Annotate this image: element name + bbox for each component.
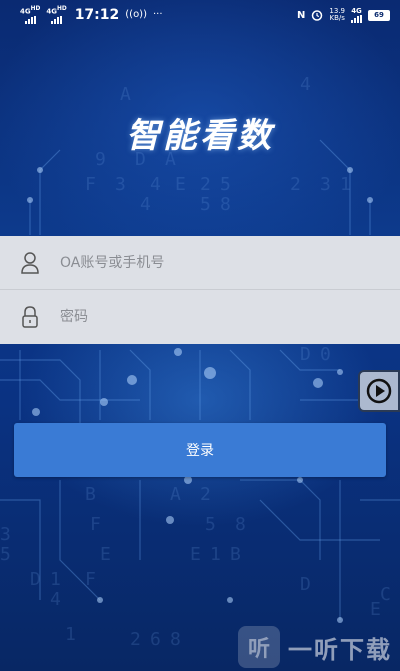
svg-text:2: 2 — [130, 629, 141, 650]
app-title: 智能看数 — [126, 116, 274, 156]
watermark: 听 一听下载 — [238, 626, 392, 668]
svg-text:8: 8 — [220, 194, 231, 215]
signal-4g-icon: 4GHD — [20, 6, 41, 24]
svg-text:5: 5 — [220, 174, 231, 195]
play-icon — [366, 378, 392, 404]
svg-text:5: 5 — [0, 544, 11, 565]
signal-4g-icon-2: 4GHD — [46, 6, 67, 24]
svg-text:2: 2 — [200, 174, 211, 195]
svg-text:1: 1 — [340, 174, 351, 195]
nfc-icon: N — [297, 9, 306, 21]
login-button[interactable]: 登录 — [14, 423, 386, 477]
hotspot-icon: ((o)) — [125, 9, 147, 21]
login-form — [0, 236, 400, 344]
svg-text:D: D — [300, 344, 311, 365]
login-screen: A4 9DA F34E25 458 231 BA2 F58 EE1B D1FDC… — [0, 0, 400, 671]
network-sub-1: HD — [30, 6, 41, 13]
status-left: 4GHD 4GHD 17:12 ((o)) ··· — [20, 6, 163, 24]
username-input[interactable] — [60, 242, 380, 283]
watermark-text: 一听下载 — [288, 635, 392, 664]
lock-icon — [0, 290, 60, 344]
svg-text:E: E — [100, 544, 111, 565]
svg-text:1: 1 — [65, 624, 76, 645]
svg-text:3: 3 — [320, 174, 331, 195]
svg-text:3: 3 — [115, 174, 126, 195]
svg-text:B: B — [230, 544, 241, 565]
svg-text:B: B — [85, 484, 96, 505]
svg-text:4: 4 — [150, 174, 161, 195]
battery-icon: 69 — [368, 9, 390, 21]
svg-text:D: D — [300, 574, 311, 595]
network-speed: 13.9 KB/s — [329, 8, 345, 22]
svg-text:0: 0 — [320, 344, 331, 365]
svg-text:1: 1 — [50, 569, 61, 590]
svg-text:E: E — [190, 544, 201, 565]
svg-text:5: 5 — [200, 194, 211, 215]
clock: 17:12 — [74, 6, 120, 23]
password-field — [0, 290, 400, 344]
alarm-icon — [312, 10, 323, 21]
svg-text:3: 3 — [0, 524, 11, 545]
more-notifications-icon: ··· — [153, 9, 163, 21]
svg-text:8: 8 — [170, 629, 181, 650]
svg-text:E: E — [370, 599, 381, 620]
svg-text:1: 1 — [210, 544, 221, 565]
svg-text:E: E — [175, 174, 186, 195]
svg-text:5: 5 — [205, 514, 216, 535]
password-input[interactable] — [60, 297, 380, 337]
svg-text:8: 8 — [235, 514, 246, 535]
speed-unit: KB/s — [329, 14, 345, 22]
svg-text:C: C — [380, 584, 391, 605]
status-bar: 4GHD 4GHD 17:12 ((o)) ··· N 13.9 KB/s 4G — [0, 0, 400, 30]
battery-level: 69 — [374, 11, 384, 19]
svg-text:2: 2 — [200, 484, 211, 505]
signal-4g-icon-3: 4G — [351, 6, 362, 23]
svg-text:F: F — [90, 514, 101, 535]
svg-text:D: D — [30, 569, 41, 590]
svg-text:A: A — [120, 84, 131, 105]
network-type-3: 4G — [351, 6, 362, 15]
svg-text:F: F — [85, 174, 96, 195]
svg-text:2: 2 — [290, 174, 301, 195]
status-right: N 13.9 KB/s 4G 69 — [297, 6, 390, 23]
network-sub-2: HD — [56, 6, 67, 13]
svg-text:A: A — [170, 484, 181, 505]
user-icon — [0, 236, 60, 290]
network-type-1: 4G — [20, 7, 31, 16]
svg-text:4: 4 — [300, 74, 311, 95]
svg-text:4: 4 — [50, 589, 61, 610]
network-type-2: 4G — [46, 7, 57, 16]
play-button[interactable] — [358, 370, 400, 412]
svg-text:4: 4 — [140, 194, 151, 215]
username-field — [0, 236, 400, 290]
watermark-logo: 听 — [238, 626, 280, 668]
svg-text:6: 6 — [150, 629, 161, 650]
